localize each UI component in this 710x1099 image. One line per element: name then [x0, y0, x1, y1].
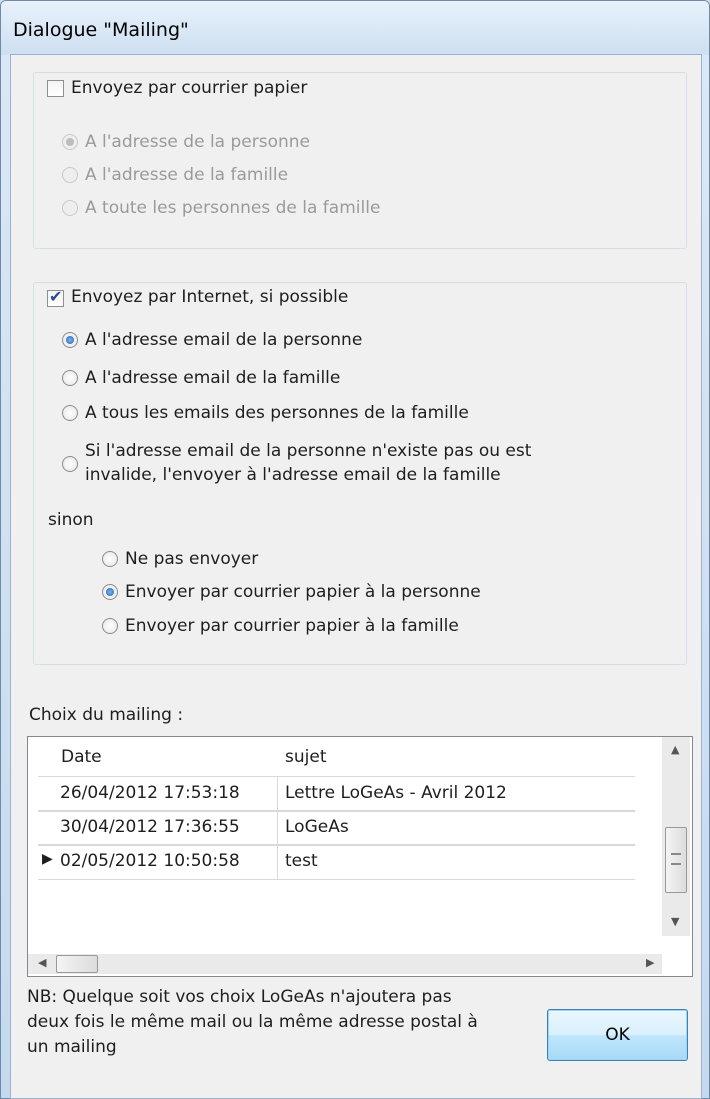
row-date: 02/05/2012 10:50:58 [60, 851, 240, 871]
fallback-radio-none[interactable] [102, 551, 118, 567]
internet-radio-all-emails-label[interactable]: A tous les emails des personnes de la fa… [85, 403, 469, 423]
scroll-left-icon[interactable]: ◀ [38, 956, 46, 969]
ok-button[interactable]: OK [547, 1009, 688, 1061]
horizontal-scrollbar[interactable]: ◀ ▶ [28, 954, 662, 974]
scroll-down-icon[interactable]: ▼ [671, 915, 679, 928]
row-subject: test [285, 851, 318, 871]
column-header-subject[interactable]: sujet [285, 747, 326, 767]
table-row[interactable]: 30/04/2012 17:36:55 LoGeAs [38, 810, 635, 846]
fallback-radio-paper-person[interactable] [102, 584, 118, 600]
internet-radio-person-email[interactable] [62, 332, 78, 348]
paper-radio-family-label[interactable]: A l'adresse de la famille [85, 165, 288, 185]
internet-radio-fallback-family-line1[interactable]: Si l'adresse email de la personne n'exis… [85, 441, 531, 461]
internet-radio-fallback-family-line2[interactable]: invalide, l'envoyer à l'adresse email de… [85, 465, 501, 485]
note-line: deux fois le même mail ou la même adress… [27, 1012, 478, 1032]
table-row[interactable]: 26/04/2012 17:53:18 Lettre LoGeAs - Avri… [38, 776, 635, 812]
column-divider [277, 776, 278, 879]
internet-checkbox-label[interactable]: Envoyez par Internet, si possible [71, 287, 348, 307]
vertical-scrollbar[interactable]: ▲ ▼ [662, 737, 690, 936]
internet-radio-fallback-family[interactable] [62, 456, 78, 472]
scroll-right-icon[interactable]: ▶ [646, 956, 654, 969]
internet-radio-family-email[interactable] [62, 370, 78, 386]
title-bar[interactable]: Dialogue "Mailing" [1, 1, 709, 55]
internet-radio-all-emails[interactable] [62, 405, 78, 421]
row-date: 30/04/2012 17:36:55 [60, 817, 240, 837]
paper-group [33, 72, 687, 249]
vertical-scroll-thumb[interactable] [665, 827, 687, 893]
internet-radio-family-email-label[interactable]: A l'adresse email de la famille [85, 368, 340, 388]
note-text: NB: Quelque soit vos choix LoGeAs n'ajou… [27, 985, 537, 1060]
internet-radio-person-email-label[interactable]: A l'adresse email de la personne [85, 330, 362, 350]
scroll-up-icon[interactable]: ▲ [671, 743, 679, 756]
paper-radio-person-label[interactable]: A l'adresse de la personne [85, 132, 310, 152]
grip-icon [671, 853, 681, 865]
row-date: 26/04/2012 17:53:18 [60, 783, 240, 803]
internet-checkbox[interactable] [47, 287, 64, 307]
current-row-indicator-icon: ▶ [42, 851, 53, 867]
row-subject: LoGeAs [285, 817, 349, 837]
horizontal-scroll-thumb[interactable] [56, 955, 98, 973]
table-row[interactable]: ▶ 02/05/2012 10:50:58 test [38, 844, 635, 880]
fallback-radio-paper-family[interactable] [102, 618, 118, 634]
mailing-choice-label: Choix du mailing : [29, 705, 184, 725]
note-line: NB: Quelque soit vos choix LoGeAs n'ajou… [27, 987, 452, 1007]
otherwise-label: sinon [48, 510, 94, 530]
column-header-date[interactable]: Date [61, 747, 102, 767]
window-title: Dialogue "Mailing" [13, 19, 189, 41]
row-subject: Lettre LoGeAs - Avril 2012 [285, 783, 507, 803]
paper-radio-person[interactable] [62, 134, 78, 150]
paper-checkbox-label[interactable]: Envoyez par courrier papier [71, 78, 307, 98]
paper-radio-family[interactable] [62, 167, 78, 183]
paper-radio-all-label[interactable]: A toute les personnes de la famille [85, 198, 380, 218]
fallback-radio-paper-person-label[interactable]: Envoyer par courrier papier à la personn… [125, 582, 481, 602]
fallback-radio-paper-family-label[interactable]: Envoyer par courrier papier à la famille [125, 616, 459, 636]
paper-radio-all[interactable] [62, 200, 78, 216]
fallback-radio-none-label[interactable]: Ne pas envoyer [125, 549, 258, 569]
paper-checkbox[interactable] [47, 80, 64, 97]
note-line: un mailing [27, 1037, 117, 1057]
